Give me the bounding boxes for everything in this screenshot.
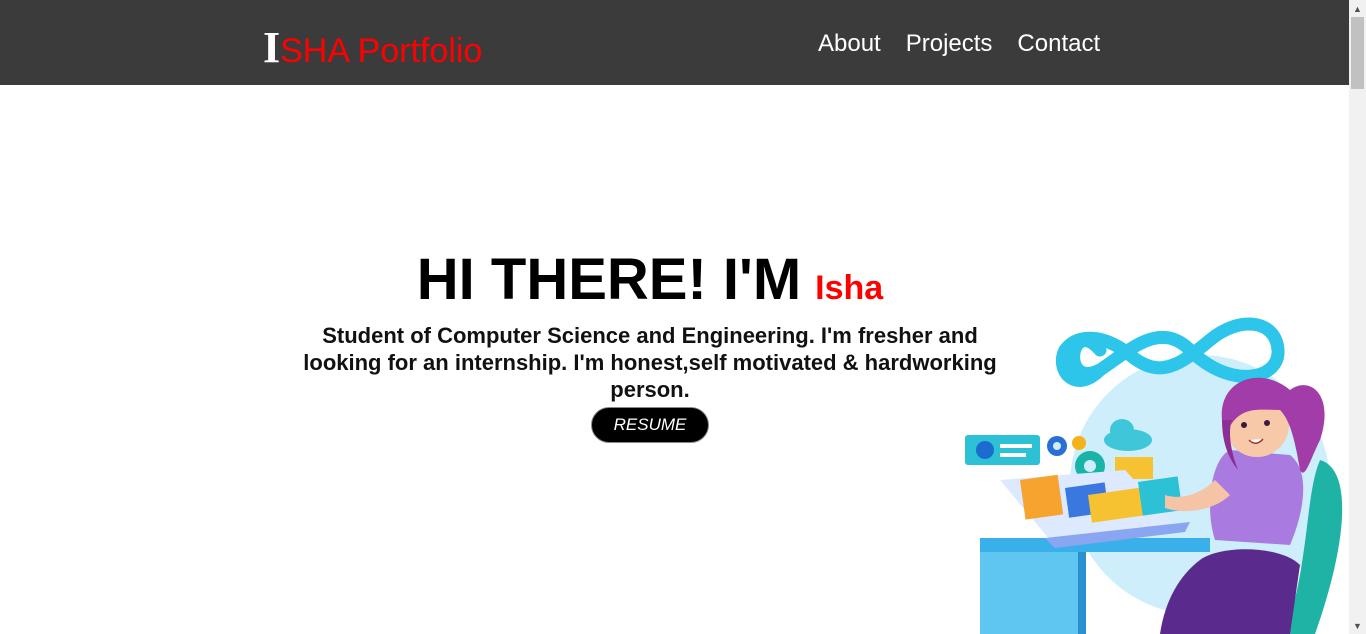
developer-illustration — [960, 310, 1349, 634]
brand-title: SHA Portfolio — [280, 32, 483, 70]
navbar: I SHA Portfolio About Projects Contact — [0, 0, 1349, 85]
hero-name: Isha — [815, 269, 884, 307]
hero-greeting: HI THERE! I'M — [416, 247, 802, 312]
nav-links: About Projects Contact — [818, 30, 1100, 58]
hero-section: HI THERE! I'M Isha Student of Computer Sc… — [290, 248, 1010, 443]
page-scrollbar[interactable]: ▲ ▼ — [1349, 0, 1366, 634]
hero-description: Student of Computer Science and Engineer… — [303, 323, 997, 402]
hero-heading: HI THERE! I'M Isha — [290, 248, 1010, 320]
brand-logo[interactable]: I SHA Portfolio — [263, 26, 482, 73]
nav-link-contact[interactable]: Contact — [1017, 30, 1100, 58]
brand-initial: I — [263, 23, 281, 72]
nav-link-about[interactable]: About — [818, 30, 881, 58]
resume-button[interactable]: RESUME — [591, 407, 709, 443]
scroll-thumb[interactable] — [1351, 17, 1364, 89]
scroll-up-icon[interactable]: ▲ — [1349, 0, 1366, 17]
developer-at-laptop-illustration-icon — [965, 317, 1343, 634]
scroll-down-icon[interactable]: ▼ — [1349, 617, 1366, 634]
nav-link-projects[interactable]: Projects — [906, 30, 993, 58]
